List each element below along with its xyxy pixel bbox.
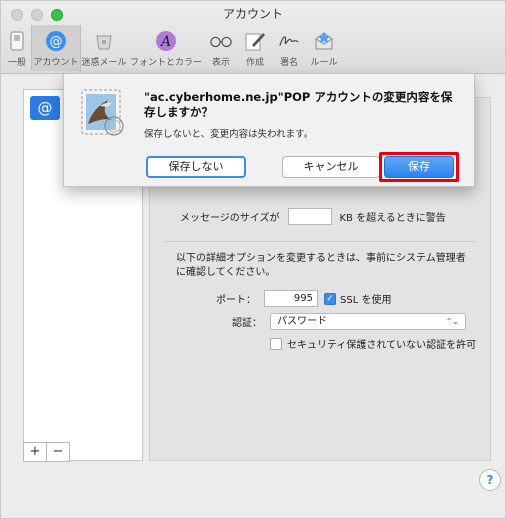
account-item[interactable]: @ (30, 96, 60, 120)
auth-select-value: パスワード (277, 316, 327, 327)
svg-text:A: A (159, 34, 171, 50)
port-label: ポート： (216, 295, 256, 306)
insecure-auth-label: セキュリティ保護されていない認証を許可 (287, 340, 477, 351)
at-icon: @ (45, 30, 67, 52)
ssl-label: SSL を使用 (340, 295, 392, 306)
toolbar-fonts-colors[interactable]: A フォントとカラー (129, 25, 203, 71)
toolbar-composing[interactable]: 作成 (239, 25, 271, 71)
dont-save-button[interactable]: 保存しない (146, 156, 246, 178)
auth-label: 認証： (232, 318, 262, 329)
window-title: アカウント (222, 7, 283, 21)
divider (164, 241, 476, 242)
auth-select[interactable]: パスワード ⌃⌄ (270, 313, 466, 330)
preferences-window: アカウント 一般 @ アカウント 迷惑メール A フォントとカラー 表示 作成 … (0, 0, 506, 519)
advanced-note: 以下の詳細オプションを変更するときは、事前にシステム管理者に確認してください。 (176, 253, 466, 278)
ssl-checkbox[interactable]: ✓ (324, 292, 336, 305)
save-button-highlight (379, 152, 459, 182)
title-bar: アカウント 一般 @ アカウント 迷惑メール A フォントとカラー 表示 作成 … (1, 1, 505, 74)
toolbar-signatures[interactable]: 署名 (273, 25, 305, 71)
signature-icon (278, 30, 300, 52)
message-size-input[interactable] (287, 208, 332, 225)
add-remove-controls: + − (23, 442, 70, 462)
toolbar-rules[interactable]: ルール (307, 25, 341, 71)
dialog-message: 保存しないと、変更内容は失われます。 (144, 129, 314, 140)
switch-icon (6, 30, 28, 52)
auth-row: 認証： パスワード ⌃⌄ (232, 313, 466, 330)
cancel-button[interactable]: キャンセル (282, 156, 380, 178)
message-size-row: メッセージのサイズが KB を超えるときに警告 (180, 208, 446, 225)
message-size-suffix: KB を超えるときに警告 (339, 213, 446, 224)
trash-icon (93, 30, 115, 52)
dialog-title: "ac.cyberhome.ne.jp"POP アカウントの変更内容を保存します… (144, 90, 453, 119)
rules-icon (313, 30, 335, 52)
glasses-icon (210, 30, 232, 52)
port-input[interactable]: 995 (264, 290, 318, 307)
toolbar-accounts[interactable]: @ アカウント (31, 25, 81, 71)
svg-text:@: @ (50, 35, 63, 50)
pencil-icon (244, 30, 266, 52)
message-size-label: メッセージのサイズが (180, 213, 280, 224)
font-icon: A (155, 30, 177, 52)
toolbar-viewing[interactable]: 表示 (205, 25, 237, 71)
mail-stamp-icon (78, 86, 128, 138)
port-row: ポート： 995 ✓ SSL を使用 (216, 290, 391, 307)
help-button[interactable]: ? (479, 469, 501, 491)
remove-account-button[interactable]: − (47, 442, 70, 462)
insecure-auth-row: セキュリティ保護されていない認証を許可 (270, 336, 476, 351)
chevron-updown-icon: ⌃⌄ (445, 317, 459, 326)
toolbar-junk-mail[interactable]: 迷惑メール (80, 25, 128, 71)
toolbar-general[interactable]: 一般 (3, 25, 31, 71)
add-account-button[interactable]: + (23, 442, 47, 462)
insecure-auth-checkbox[interactable] (270, 337, 282, 350)
